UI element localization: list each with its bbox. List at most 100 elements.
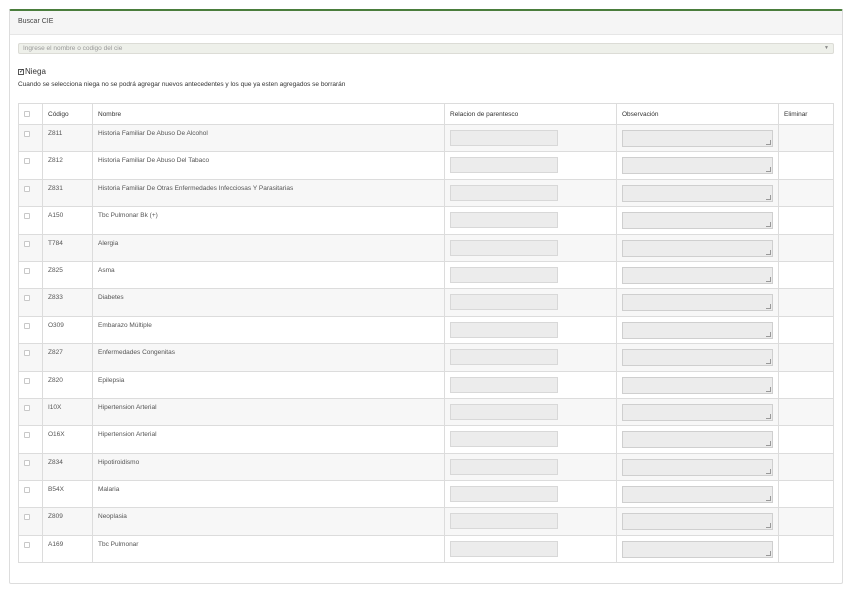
niega-checkbox-group[interactable]: ✓ Niega	[18, 67, 46, 76]
niega-label: Niega	[25, 67, 46, 76]
row-eliminar-cell[interactable]	[778, 151, 834, 180]
row-select-cell[interactable]	[18, 315, 43, 345]
panel-title: Buscar CIE	[10, 11, 842, 35]
observacion-textarea[interactable]	[622, 239, 773, 257]
row-checkbox[interactable]	[24, 131, 30, 137]
relacion-input[interactable]	[450, 266, 558, 283]
row-relacion-cell	[444, 343, 617, 372]
row-eliminar-cell[interactable]	[778, 507, 834, 536]
row-eliminar-cell[interactable]	[778, 178, 834, 208]
row-eliminar-cell[interactable]	[778, 397, 834, 427]
header-select-all[interactable]	[18, 103, 43, 125]
row-select-cell[interactable]	[18, 151, 43, 180]
relacion-input[interactable]	[450, 513, 558, 530]
row-eliminar-cell[interactable]	[778, 452, 834, 482]
row-eliminar-cell[interactable]	[778, 425, 834, 454]
relacion-input[interactable]	[450, 403, 558, 420]
row-checkbox[interactable]	[24, 322, 30, 329]
observacion-textarea[interactable]	[622, 157, 773, 175]
row-select-cell[interactable]	[18, 507, 43, 536]
observacion-textarea[interactable]	[622, 294, 773, 312]
relacion-input[interactable]	[450, 212, 558, 229]
relacion-input[interactable]	[450, 458, 558, 475]
row-observacion-cell	[616, 260, 779, 290]
relacion-input[interactable]	[450, 486, 558, 503]
relacion-input[interactable]	[450, 431, 558, 448]
row-checkbox[interactable]	[24, 213, 30, 220]
relacion-input[interactable]	[450, 157, 558, 174]
observacion-textarea[interactable]	[622, 212, 773, 230]
row-checkbox[interactable]	[24, 541, 30, 548]
row-name: Historia Familiar De Abuso De Alcohol	[92, 123, 445, 153]
row-select-cell[interactable]	[18, 480, 43, 509]
row-select-cell[interactable]	[18, 260, 43, 290]
row-select-cell[interactable]	[18, 288, 43, 317]
row-eliminar-cell[interactable]	[778, 260, 834, 290]
row-eliminar-cell[interactable]	[778, 123, 834, 153]
chevron-down-icon[interactable]: ▼	[824, 44, 829, 53]
table-row: Z833 Diabetes	[18, 288, 834, 317]
row-code: Z811	[42, 123, 93, 153]
row-checkbox[interactable]	[24, 377, 30, 384]
row-checkbox[interactable]	[24, 350, 30, 357]
row-relacion-cell	[444, 425, 617, 454]
row-eliminar-cell[interactable]	[778, 480, 834, 509]
relacion-input[interactable]	[450, 239, 558, 256]
relacion-input[interactable]	[450, 321, 558, 338]
observacion-textarea[interactable]	[622, 349, 773, 367]
row-select-cell[interactable]	[18, 370, 43, 399]
row-checkbox[interactable]	[24, 158, 30, 165]
row-checkbox[interactable]	[24, 267, 30, 274]
row-eliminar-cell[interactable]	[778, 370, 834, 399]
row-select-cell[interactable]	[18, 425, 43, 454]
row-select-cell[interactable]	[18, 343, 43, 372]
observacion-textarea[interactable]	[622, 376, 773, 394]
row-checkbox[interactable]	[24, 432, 30, 439]
relacion-input[interactable]	[450, 376, 558, 393]
row-select-cell[interactable]	[18, 206, 43, 235]
row-eliminar-cell[interactable]	[778, 233, 834, 262]
row-select-cell[interactable]	[18, 123, 43, 153]
relacion-input[interactable]	[450, 294, 558, 311]
row-observacion-cell	[616, 288, 779, 317]
table-row: Z820 Epilepsia	[18, 370, 834, 399]
row-checkbox[interactable]	[24, 459, 30, 466]
row-eliminar-cell[interactable]	[778, 206, 834, 235]
relacion-input[interactable]	[450, 184, 558, 201]
observacion-textarea[interactable]	[622, 513, 773, 531]
relacion-input[interactable]	[450, 540, 558, 557]
row-select-cell[interactable]	[18, 397, 43, 427]
row-checkbox[interactable]	[24, 404, 30, 411]
row-name: Asma	[92, 260, 445, 290]
row-checkbox[interactable]	[24, 295, 30, 302]
row-eliminar-cell[interactable]	[778, 288, 834, 317]
observacion-textarea[interactable]	[622, 266, 773, 284]
row-select-cell[interactable]	[18, 452, 43, 482]
observacion-textarea[interactable]	[622, 184, 773, 202]
row-eliminar-cell[interactable]	[778, 343, 834, 372]
row-checkbox[interactable]	[24, 240, 30, 247]
observacion-textarea[interactable]	[622, 486, 773, 504]
row-select-cell[interactable]	[18, 178, 43, 208]
row-checkbox[interactable]	[24, 514, 30, 521]
observacion-textarea[interactable]	[622, 403, 773, 421]
observacion-textarea[interactable]	[622, 130, 773, 147]
observacion-textarea[interactable]	[622, 321, 773, 339]
row-select-cell[interactable]	[18, 534, 43, 564]
relacion-input[interactable]	[450, 349, 558, 366]
row-relacion-cell	[444, 507, 617, 536]
row-code: I10X	[42, 397, 93, 427]
row-checkbox[interactable]	[24, 487, 30, 494]
row-checkbox[interactable]	[24, 185, 30, 192]
header-observacion: Observación	[616, 103, 779, 125]
row-eliminar-cell[interactable]	[778, 315, 834, 345]
relacion-input[interactable]	[450, 130, 558, 146]
observacion-textarea[interactable]	[622, 431, 773, 449]
niega-checkbox[interactable]: ✓	[18, 68, 24, 75]
observacion-textarea[interactable]	[622, 540, 773, 558]
observacion-textarea[interactable]	[622, 458, 773, 476]
row-select-cell[interactable]	[18, 233, 43, 262]
select-all-checkbox[interactable]	[24, 110, 30, 117]
cie-search-select[interactable]: Ingrese el nombre o codigo del cie ▼	[18, 43, 834, 54]
row-eliminar-cell[interactable]	[778, 534, 834, 564]
